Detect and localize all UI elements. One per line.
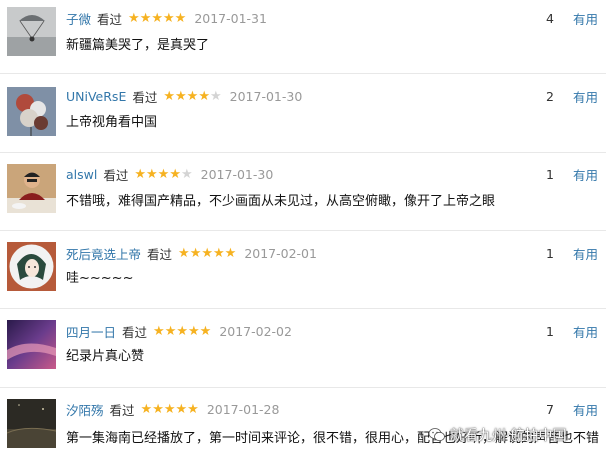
rating-stars: ★ ★ ★ ★ ★ bbox=[128, 12, 186, 25]
star-filled-icon: ★ bbox=[178, 245, 190, 261]
comment-text: 新疆篇美哭了，是真哭了 bbox=[66, 37, 210, 53]
review-meta: UNiVeRsE 看过 ★ ★ ★ ★ ★ 2017-01-30 bbox=[66, 86, 302, 106]
rating-stars: ★ ★ ★ ★ ★ bbox=[141, 403, 199, 416]
star-filled-icon: ★ bbox=[163, 10, 175, 26]
star-filled-icon: ★ bbox=[175, 88, 187, 104]
review-meta: alswl 看过 ★ ★ ★ ★ ★ 2017-01-30 bbox=[66, 164, 273, 184]
comment-text: 哇~~~~~ bbox=[66, 270, 134, 286]
vote-count: 1 bbox=[546, 166, 554, 182]
star-filled-icon: ★ bbox=[188, 323, 200, 339]
star-filled-icon: ★ bbox=[151, 10, 163, 26]
username-link[interactable]: 汐陌殇 bbox=[66, 400, 104, 419]
watermark-text: 就看九州·航拍中国 bbox=[450, 428, 567, 444]
star-filled-icon: ★ bbox=[164, 323, 177, 339]
review-date: 2017-02-01 bbox=[244, 245, 317, 261]
username-link[interactable]: UNiVeRsE bbox=[66, 89, 126, 104]
useful-button[interactable]: 有用 bbox=[573, 86, 598, 106]
review-meta: 子微 看过 ★ ★ ★ ★ ★ 2017-01-31 bbox=[66, 8, 267, 28]
star-filled-icon: ★ bbox=[174, 10, 187, 26]
comment-text: 上帝视角看中国 bbox=[66, 114, 158, 130]
star-empty-icon: ★ bbox=[209, 88, 222, 104]
vote-count: 1 bbox=[546, 245, 554, 261]
vote-count: 7 bbox=[546, 401, 554, 417]
star-filled-icon: ★ bbox=[157, 166, 170, 182]
anime-portrait-icon[interactable] bbox=[7, 242, 56, 291]
star-filled-icon: ★ bbox=[198, 88, 210, 104]
review-date: 2017-01-28 bbox=[206, 401, 280, 417]
wechat-icon bbox=[428, 428, 445, 442]
parachute-photo-icon[interactable] bbox=[7, 7, 56, 56]
review-meta: 汐陌殇 看过 ★ ★ ★ ★ ★ 2017-01-28 bbox=[66, 399, 279, 419]
watched-label: 看过 bbox=[132, 89, 158, 105]
watched-label: 看过 bbox=[109, 402, 135, 418]
star-filled-icon: ★ bbox=[134, 166, 147, 182]
star-filled-icon: ★ bbox=[140, 401, 153, 417]
review-meta: 四月一日 看过 ★ ★ ★ ★ ★ 2017-02-02 bbox=[66, 321, 292, 341]
vote-count: 2 bbox=[546, 88, 554, 104]
star-filled-icon: ★ bbox=[163, 401, 176, 417]
vote-count: 1 bbox=[546, 323, 554, 339]
star-filled-icon: ★ bbox=[176, 323, 188, 339]
review-item: 四月一日 看过 ★ ★ ★ ★ ★ 2017-02-02 1 有用 纪录片真心赞 bbox=[0, 313, 606, 390]
star-filled-icon: ★ bbox=[169, 166, 181, 182]
vote-count: 4 bbox=[546, 10, 554, 26]
rating-stars: ★ ★ ★ ★ ★ bbox=[163, 90, 221, 103]
star-filled-icon: ★ bbox=[189, 245, 202, 261]
star-filled-icon: ★ bbox=[163, 88, 176, 104]
balloons-photo-icon[interactable] bbox=[7, 87, 56, 136]
rating-stars: ★ ★ ★ ★ ★ bbox=[134, 168, 192, 181]
star-filled-icon: ★ bbox=[152, 401, 164, 417]
dark-landscape-icon[interactable] bbox=[7, 399, 56, 448]
useful-button[interactable]: 有用 bbox=[573, 321, 598, 341]
useful-button[interactable]: 有用 bbox=[573, 8, 598, 28]
star-filled-icon: ★ bbox=[139, 10, 152, 26]
star-filled-icon: ★ bbox=[224, 245, 237, 261]
username-link[interactable]: 子微 bbox=[66, 9, 91, 28]
comment-text: 不错哦，难得国产精品，不少画面从未见过，从高空俯瞰，像开了上帝之眼 bbox=[66, 193, 496, 209]
review-item: 死后竟选上帝 看过 ★ ★ ★ ★ ★ 2017-02-01 1 有用 哇~~~~~ bbox=[0, 235, 606, 312]
review-meta: 死后竟选上帝 看过 ★ ★ ★ ★ ★ 2017-02-01 bbox=[66, 243, 317, 263]
watermark: 就看九州·航拍中国 bbox=[428, 424, 566, 446]
review-date: 2017-01-30 bbox=[200, 166, 274, 182]
review-date: 2017-02-02 bbox=[219, 323, 292, 339]
username-link[interactable]: alswl bbox=[66, 167, 97, 182]
watched-label: 看过 bbox=[103, 167, 129, 183]
review-item: 子微 看过 ★ ★ ★ ★ ★ 2017-01-31 4 有用 新疆篇美哭了，是真哭了 bbox=[0, 0, 606, 77]
review-date: 2017-01-31 bbox=[194, 10, 267, 26]
useful-button[interactable]: 有用 bbox=[573, 399, 598, 419]
star-filled-icon: ★ bbox=[153, 323, 165, 339]
watched-label: 看过 bbox=[122, 324, 148, 340]
person-photo-icon[interactable] bbox=[7, 164, 56, 213]
star-filled-icon: ★ bbox=[199, 323, 212, 339]
watched-label: 看过 bbox=[97, 11, 123, 27]
star-filled-icon: ★ bbox=[175, 401, 188, 417]
star-filled-icon: ★ bbox=[146, 166, 158, 182]
rating-stars: ★ ★ ★ ★ ★ bbox=[153, 325, 211, 338]
useful-button[interactable]: 有用 bbox=[573, 243, 598, 263]
useful-button[interactable]: 有用 bbox=[573, 164, 598, 184]
star-filled-icon: ★ bbox=[213, 245, 225, 261]
rating-stars: ★ ★ ★ ★ ★ bbox=[178, 247, 236, 260]
star-filled-icon: ★ bbox=[128, 10, 140, 26]
row-divider bbox=[0, 152, 606, 153]
row-divider bbox=[0, 230, 606, 231]
review-item: UNiVeRsE 看过 ★ ★ ★ ★ ★ 2017-01-30 2 有用 上帝视角看中… bbox=[0, 78, 606, 155]
username-link[interactable]: 四月一日 bbox=[66, 322, 116, 341]
row-divider bbox=[0, 308, 606, 309]
star-filled-icon: ★ bbox=[186, 88, 199, 104]
star-filled-icon: ★ bbox=[201, 245, 213, 261]
review-item: alswl 看过 ★ ★ ★ ★ ★ 2017-01-30 1 有用 不错哦，难得国产精… bbox=[0, 156, 606, 233]
star-empty-icon: ★ bbox=[180, 166, 193, 182]
purple-abstract-icon[interactable] bbox=[7, 320, 56, 369]
comment-text: 纪录片真心赞 bbox=[66, 348, 145, 364]
username-link[interactable]: 死后竟选上帝 bbox=[66, 244, 141, 263]
row-divider bbox=[0, 73, 606, 74]
star-filled-icon: ★ bbox=[187, 401, 199, 417]
row-divider bbox=[0, 387, 606, 388]
watched-label: 看过 bbox=[147, 246, 173, 262]
review-date: 2017-01-30 bbox=[229, 88, 303, 104]
